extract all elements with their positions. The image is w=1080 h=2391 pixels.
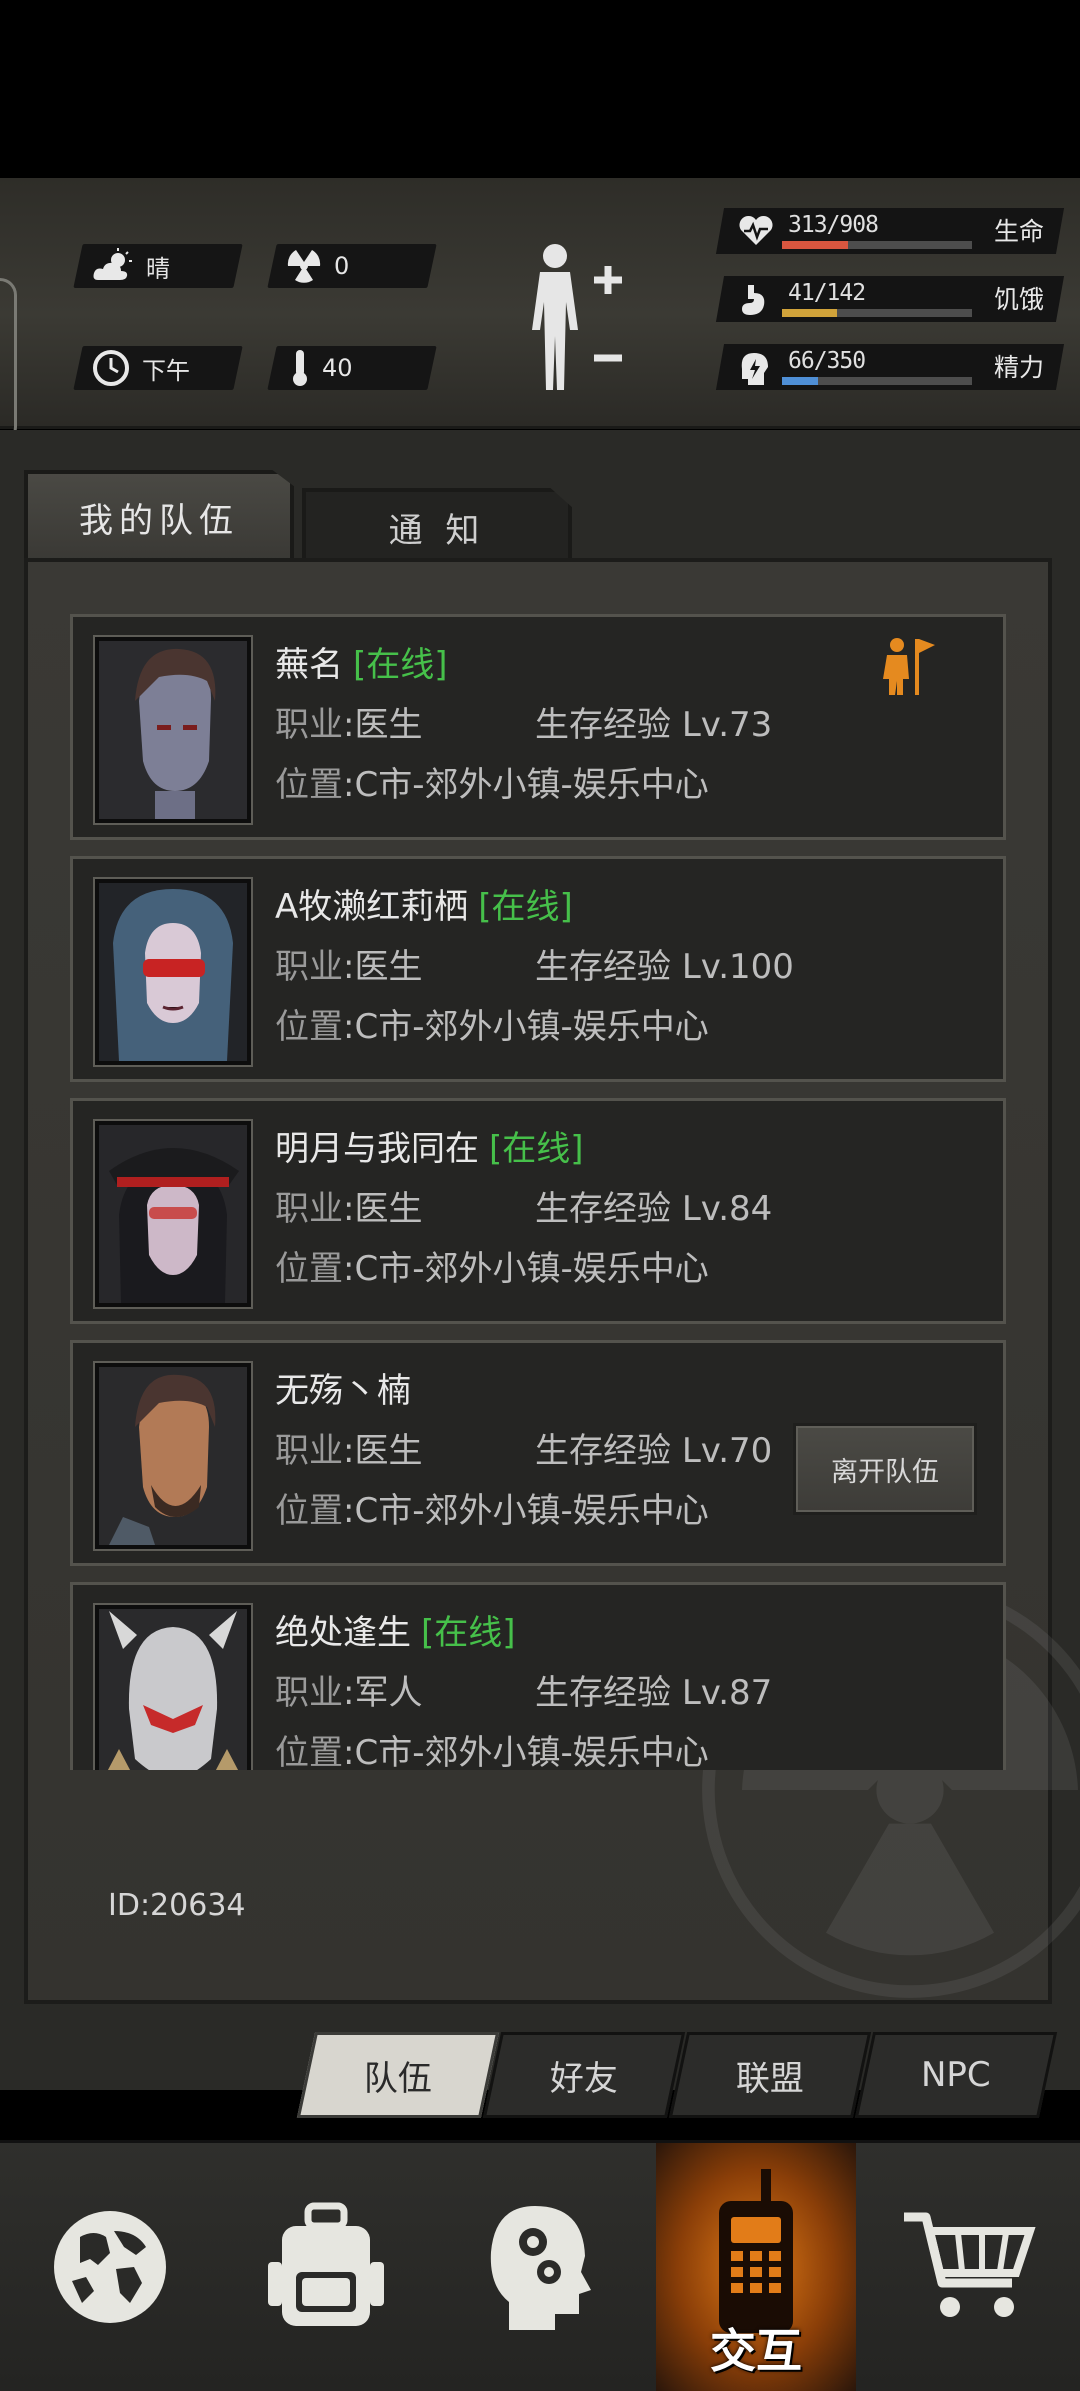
leave-team-button[interactable]: 离开队伍	[793, 1423, 977, 1515]
player-id: ID:20634	[108, 1888, 246, 1923]
cloud-sun-icon	[93, 248, 132, 280]
team-member-card[interactable]: 蕪名 [在线] 职业:医生 生存经验 Lv.73 位置:C市-郊外小镇-娱乐中心	[70, 614, 1006, 840]
member-name: 蕪名 [在线]	[275, 645, 448, 685]
member-name: A牧濑红莉栖 [在线]	[275, 887, 573, 927]
online-status: [在线]	[353, 645, 448, 685]
member-job: 职业:医生	[275, 1189, 423, 1229]
online-status: [在线]	[478, 887, 573, 927]
bearded-portrait-icon	[95, 1363, 251, 1549]
radio-icon	[719, 2169, 793, 2333]
team-member-card[interactable]: A牧濑红莉栖 [在线] 职业:医生 生存经验 Lv.100 位置:C市-郊外小镇-…	[70, 856, 1006, 1082]
member-location: 位置:C市-郊外小镇-娱乐中心	[275, 1491, 709, 1531]
team-member-card[interactable]: 绝处逢生 [在线] 职业:军人 生存经验 Lv.87 位置:C市-郊外小镇-娱乐中…	[70, 1582, 1006, 1770]
tab-notice[interactable]: 通 知	[302, 488, 572, 562]
member-name: 绝处逢生 [在线]	[275, 1613, 516, 1653]
hunger-label: 饥饿	[994, 285, 1045, 314]
radiation-icon	[287, 250, 321, 283]
member-location: 位置:C市-郊外小镇-娱乐中心	[275, 1249, 709, 1289]
time-of-day: 下午	[92, 346, 190, 390]
radiation-value: 0	[334, 252, 350, 280]
member-exp: 生存经验 Lv.73	[535, 705, 773, 745]
temperature: 40	[290, 346, 353, 390]
member-exp: 生存经验 Lv.70	[535, 1431, 773, 1471]
member-exp: 生存经验 Lv.100	[535, 947, 794, 987]
officer-cap-portrait-icon	[95, 1121, 251, 1307]
energy-stat: 66/350 精力	[715, 344, 1065, 390]
temperature-value: 40	[322, 354, 353, 382]
health-stat: 313/908 生命	[715, 208, 1065, 254]
energy-label: 精力	[994, 353, 1045, 382]
energy-bar	[782, 377, 972, 385]
thermometer-icon	[293, 350, 307, 386]
radiation: 0	[286, 244, 349, 288]
online-status: [在线]	[489, 1129, 584, 1169]
subtab-team[interactable]: 队伍	[296, 2032, 500, 2118]
hunger-value: 41/142	[788, 280, 866, 306]
health-bar	[782, 241, 972, 249]
nav-map[interactable]	[10, 2143, 210, 2391]
subtab-alliance[interactable]: 联盟	[668, 2032, 872, 2118]
member-exp: 生存经验 Lv.87	[535, 1673, 773, 1713]
subtab-npc[interactable]: NPC	[854, 2032, 1058, 2118]
female-goggles-portrait-icon	[95, 879, 251, 1065]
hunger-stat: 41/142 饥饿	[715, 276, 1065, 322]
energy-value: 66/350	[788, 348, 866, 374]
member-job: 职业:医生	[275, 947, 423, 987]
globe-icon	[54, 2211, 166, 2323]
health-value: 313/908	[788, 212, 879, 238]
nav-interact-label: 交互	[710, 2324, 802, 2378]
male-portrait-icon	[95, 637, 251, 823]
stomach-icon	[742, 285, 765, 315]
heart-icon	[739, 215, 773, 245]
nav-skills[interactable]	[440, 2143, 640, 2391]
subtab-friends[interactable]: 好友	[482, 2032, 686, 2118]
body-status-icon[interactable]	[520, 240, 630, 400]
tab-my-team[interactable]: 我的队伍	[24, 470, 294, 560]
nav-shop[interactable]	[870, 2143, 1070, 2391]
backpack-icon	[268, 2202, 384, 2326]
time-label: 下午	[142, 356, 190, 385]
helmet-portrait-icon	[95, 1605, 251, 1770]
member-job: 职业:医生	[275, 705, 423, 745]
member-location: 位置:C市-郊外小镇-娱乐中心	[275, 1007, 709, 1047]
member-name: 明月与我同在 [在线]	[275, 1129, 584, 1169]
member-exp: 生存经验 Lv.84	[535, 1189, 773, 1229]
online-status: [在线]	[421, 1613, 516, 1653]
member-job: 职业:军人	[275, 1673, 423, 1713]
nav-inventory[interactable]	[226, 2143, 426, 2391]
social-subtabs: 队伍 好友 联盟 NPC	[296, 2032, 1064, 2118]
cart-icon	[904, 2212, 1036, 2317]
team-leader-flag-icon	[883, 638, 935, 695]
member-name: 无殇丶楠	[275, 1371, 411, 1411]
hud-edge-decoration	[0, 278, 17, 444]
member-location: 位置:C市-郊外小镇-娱乐中心	[275, 765, 709, 805]
member-job: 职业:医生	[275, 1431, 423, 1471]
clock-icon	[93, 350, 129, 386]
team-member-card[interactable]: 明月与我同在 [在线] 职业:医生 生存经验 Lv.84 位置:C市-郊外小镇-娱…	[70, 1098, 1006, 1324]
head-gears-icon	[490, 2206, 591, 2330]
health-label: 生命	[994, 217, 1045, 246]
team-member-list[interactable]: 蕪名 [在线] 职业:医生 生存经验 Lv.73 位置:C市-郊外小镇-娱乐中心 …	[70, 614, 1006, 1770]
team-member-card[interactable]: 无殇丶楠 职业:医生 生存经验 Lv.70 位置:C市-郊外小镇-娱乐中心 离开…	[70, 1340, 1006, 1566]
weather-label: 晴	[146, 254, 170, 283]
energy-head-icon	[741, 353, 768, 385]
weather: 晴	[92, 244, 170, 288]
nav-interact[interactable]: 交互	[656, 2143, 856, 2391]
status-bar-area	[0, 0, 1080, 178]
member-location: 位置:C市-郊外小镇-娱乐中心	[275, 1733, 709, 1770]
hunger-bar	[782, 309, 972, 317]
bottom-navigation: 交互	[0, 2140, 1080, 2391]
